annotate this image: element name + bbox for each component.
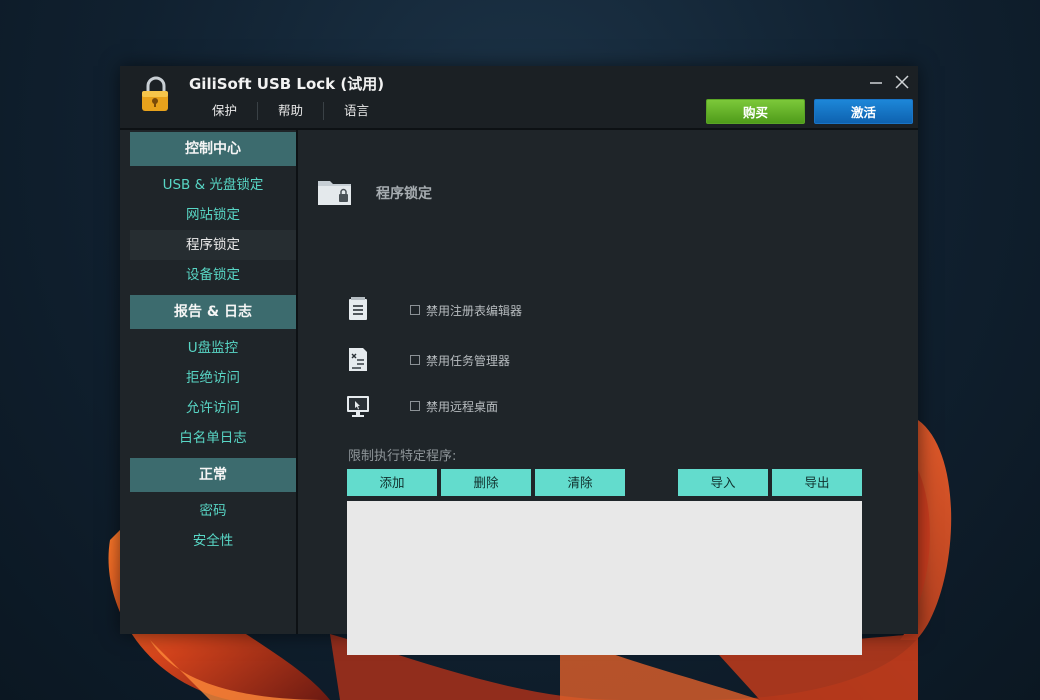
minimize-icon[interactable] — [868, 74, 884, 90]
section-header-general: 正常 — [130, 458, 296, 492]
folder-lock-icon — [318, 181, 351, 205]
disable-task-manager-checkbox[interactable] — [410, 355, 420, 365]
sidebar-item-password[interactable]: 密码 — [130, 496, 296, 526]
buy-button[interactable]: 购买 — [706, 99, 805, 124]
disable-regedit-checkbox[interactable] — [410, 305, 420, 315]
export-button[interactable]: 导出 — [772, 469, 862, 496]
program-list[interactable] — [347, 501, 862, 655]
main-content: 程序锁定 禁用注册表编辑器 禁用任务管理器 禁用远程桌面 限制执行特定程序: 添… — [298, 130, 918, 655]
menu-language[interactable]: 语言 — [324, 102, 389, 120]
disable-remote-desktop-checkbox[interactable] — [410, 401, 420, 411]
menu-protect[interactable]: 保护 — [192, 102, 259, 120]
task-list-icon — [349, 348, 367, 371]
section-header-control-center: 控制中心 — [130, 132, 296, 166]
padlock-icon — [142, 76, 168, 111]
sidebar-item-usb-monitor[interactable]: U盘监控 — [130, 333, 296, 363]
sidebar-item-device-lock[interactable]: 设备锁定 — [130, 260, 296, 290]
add-button[interactable]: 添加 — [347, 469, 437, 496]
sidebar-item-whitelist-log[interactable]: 白名单日志 — [130, 423, 296, 453]
remote-desktop-icon — [347, 396, 369, 417]
page-title: 程序锁定 — [376, 186, 432, 202]
section-header-reports-logs: 报告 & 日志 — [130, 295, 296, 329]
restrict-programs-label: 限制执行特定程序: — [348, 449, 457, 464]
menu-help[interactable]: 帮助 — [258, 102, 325, 120]
sidebar-item-program-lock[interactable]: 程序锁定 — [130, 230, 296, 260]
sidebar-item-website-lock[interactable]: 网站锁定 — [130, 200, 296, 230]
activate-button[interactable]: 激活 — [814, 99, 913, 124]
sidebar-item-usb-lock[interactable]: USB & 光盘锁定 — [130, 170, 296, 200]
disable-remote-desktop-label: 禁用远程桌面 — [426, 400, 499, 414]
menu-bar: 保护 帮助 语言 — [192, 102, 389, 120]
notepad-icon — [349, 297, 367, 320]
disable-task-manager-label: 禁用任务管理器 — [426, 354, 511, 368]
disable-regedit-label: 禁用注册表编辑器 — [426, 304, 523, 318]
sidebar-item-security[interactable]: 安全性 — [130, 526, 296, 556]
title-bar: GiliSoft USB Lock (试用) 保护 帮助 语言 购买 激活 — [120, 66, 918, 128]
app-window: GiliSoft USB Lock (试用) 保护 帮助 语言 购买 激活 控制… — [120, 66, 918, 655]
import-button[interactable]: 导入 — [678, 469, 768, 496]
sidebar: 控制中心 USB & 光盘锁定 网站锁定 程序锁定 设备锁定 报告 & 日志 U… — [120, 130, 296, 634]
sidebar-item-allowed-access[interactable]: 允许访问 — [130, 393, 296, 423]
delete-button[interactable]: 删除 — [441, 469, 531, 496]
sidebar-item-denied-access[interactable]: 拒绝访问 — [130, 363, 296, 393]
app-title: GiliSoft USB Lock (试用) — [189, 75, 385, 93]
close-icon[interactable] — [894, 74, 910, 90]
clear-button[interactable]: 清除 — [535, 469, 625, 496]
